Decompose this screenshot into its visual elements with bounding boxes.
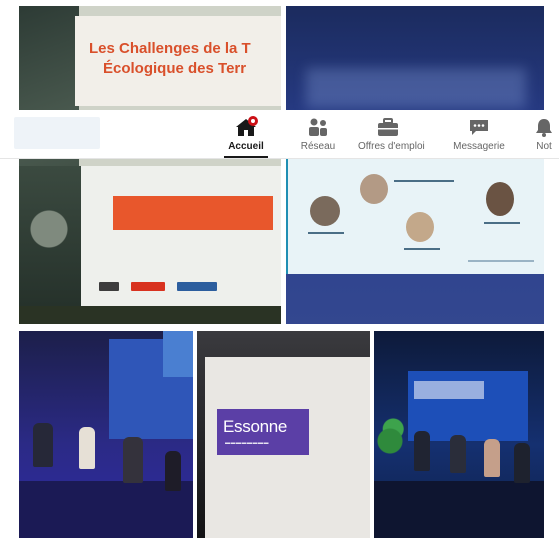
partner-logo	[99, 282, 119, 291]
essonne-logo: Essonne ▬▬▬▬▬▬▬▬	[217, 409, 309, 455]
speaker-photo	[310, 196, 340, 226]
stage-backdrop-highlight	[163, 331, 193, 377]
home-icon	[234, 116, 258, 138]
nav-item-label: Not	[536, 141, 552, 152]
photo-collage: Les Challenges de la T Écologique des Te…	[0, 0, 559, 546]
panelist	[450, 435, 466, 473]
speaker-photo	[360, 174, 388, 204]
panelist	[123, 437, 143, 483]
partner-logo	[131, 282, 165, 291]
nav-item-notifications[interactable]: Not	[530, 110, 558, 158]
briefcase-icon	[376, 116, 400, 138]
banner-photo: Les Challenges de la T Écologique des Te…	[19, 6, 281, 324]
nav-item-label: Réseau	[300, 141, 336, 152]
nav-item-network[interactable]: Réseau	[296, 110, 340, 158]
partner-logos	[99, 282, 217, 291]
essonne-logo-photo: Essonne ▬▬▬▬▬▬▬▬	[197, 331, 370, 538]
brand-name: Essonne	[223, 417, 288, 436]
stage-photo-panel	[19, 331, 193, 538]
speaker-photo	[486, 182, 514, 216]
panelist	[165, 451, 181, 491]
search-input[interactable]	[14, 117, 100, 149]
panelist	[79, 427, 95, 469]
panelist	[484, 439, 500, 477]
nav-item-label: Accueil	[228, 141, 264, 152]
stage-photo-screen	[374, 331, 544, 538]
screen-text-block	[414, 381, 484, 399]
speaker-caption	[394, 180, 454, 182]
banner-orange-bar	[113, 196, 273, 230]
stage-floor	[374, 481, 544, 538]
screen-title-glow	[306, 68, 526, 108]
speaker-caption	[308, 232, 344, 234]
nav-item-messaging[interactable]: Messagerie	[448, 110, 510, 158]
speaker-slide	[288, 156, 544, 274]
top-navigation-bar: Accueil Réseau Offres d'emploi Messageri…	[0, 110, 559, 159]
screen-photo	[286, 6, 544, 324]
network-icon	[306, 116, 330, 138]
panelist	[514, 443, 530, 483]
nav-item-jobs[interactable]: Offres d'emploi	[358, 110, 425, 158]
banner-title-line-2: Écologique des Terr	[103, 60, 247, 77]
nav-item-home[interactable]: Accueil	[222, 110, 270, 158]
nav-item-label: Offres d'emploi	[358, 141, 425, 152]
panelist	[414, 431, 430, 471]
ground-strip	[19, 306, 281, 324]
partner-logo	[177, 282, 217, 291]
speaker-photo	[406, 212, 434, 242]
brand-tagline: ▬▬▬▬▬▬▬▬	[225, 440, 269, 446]
bell-icon	[532, 116, 556, 138]
slide-footer	[468, 260, 534, 262]
speaker-caption	[404, 248, 440, 250]
nav-item-label: Messagerie	[453, 141, 505, 152]
chat-icon	[467, 116, 491, 138]
stage-plant	[374, 411, 406, 471]
panelist	[33, 423, 53, 467]
banner-title-line-1: Les Challenges de la T	[89, 40, 251, 57]
speaker-caption	[484, 222, 520, 224]
